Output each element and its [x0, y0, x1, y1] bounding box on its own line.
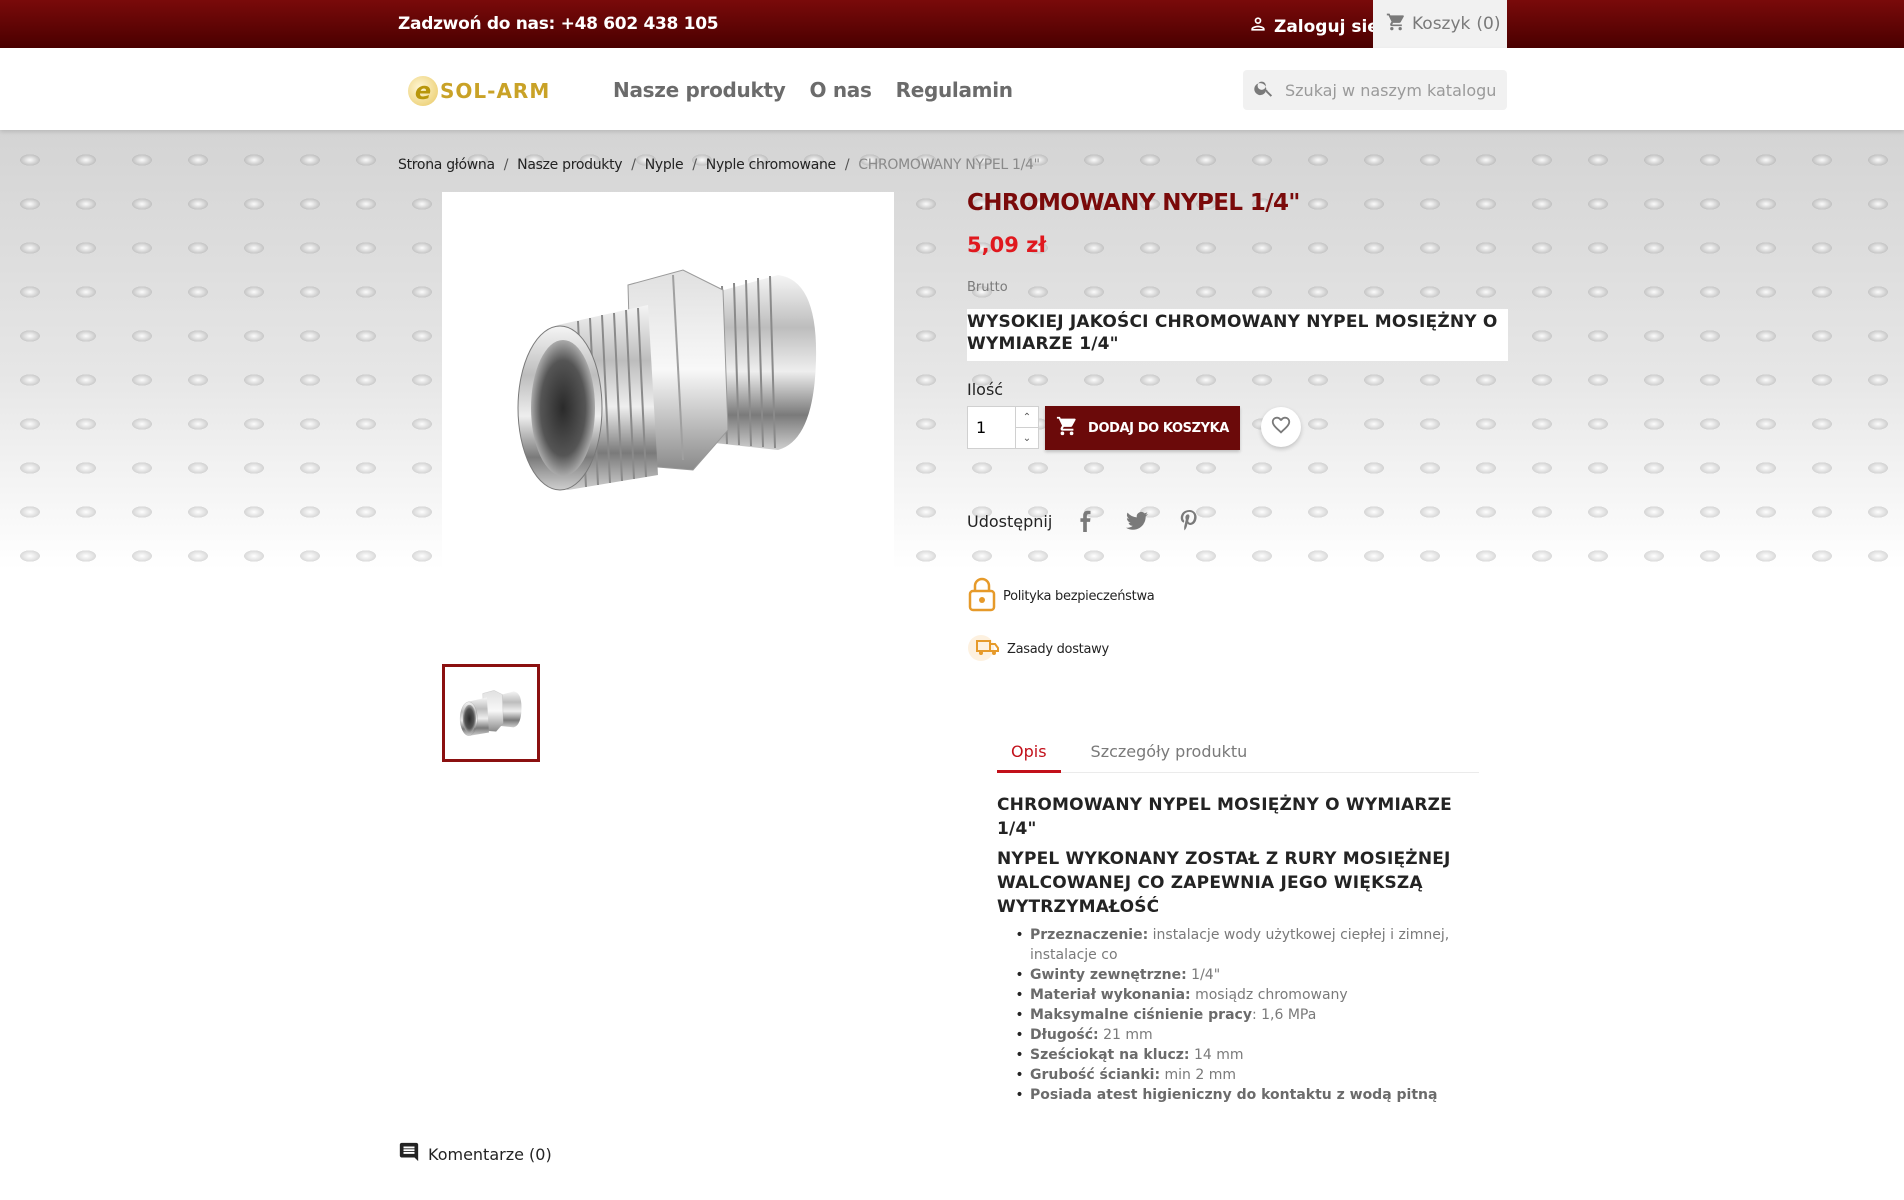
- nipple-fitting-image: [517, 269, 817, 491]
- delivery-policy-label: Zasady dostawy: [1007, 641, 1109, 657]
- login-link[interactable]: Zaloguj się: [1248, 14, 1379, 39]
- tax-label: Brutto: [967, 280, 1008, 295]
- list-item: Długość: 21 mm: [1009, 1025, 1479, 1045]
- breadcrumb: Strona główna / Nasze produkty / Nyple / Ny…: [398, 157, 1040, 173]
- quantity-input[interactable]: [968, 407, 1016, 448]
- thumbnail-image: [460, 690, 522, 736]
- search-box: [1243, 70, 1507, 110]
- add-to-cart-label: DODAJ DO KOSZYKA: [1088, 420, 1229, 436]
- shopping-cart-icon: [1056, 415, 1078, 441]
- list-item: Gwinty zewnętrzne: 1/4": [1009, 965, 1479, 985]
- quantity-down-icon[interactable]: ⌄: [1016, 428, 1038, 448]
- quantity-up-icon[interactable]: ⌃: [1016, 407, 1038, 428]
- heart-icon: [1270, 414, 1292, 440]
- product-price: 5,09 zł: [967, 233, 1047, 257]
- list-item: Maksymalne ciśnienie pracy: 1,6 MPa: [1009, 1005, 1479, 1025]
- product-tabs: Opis Szczegóły produktu: [997, 732, 1479, 773]
- cart-link[interactable]: Koszyk (0): [1373, 0, 1507, 48]
- product-short-description: WYSOKIEJ JAKOŚCI CHROMOWANY NYPEL MOSIĘŻ…: [967, 309, 1508, 361]
- tab-product-details[interactable]: Szczegóły produktu: [1077, 732, 1262, 772]
- share-label: Udostępnij: [967, 511, 1053, 531]
- product-title: CHROMOWANY NYPEL 1/4": [967, 190, 1300, 216]
- security-policy-label: Polityka bezpieczeństwa: [1003, 588, 1155, 604]
- list-item: Materiał wykonania: mosiądz chromowany: [1009, 985, 1479, 1005]
- tab-description[interactable]: Opis: [997, 732, 1061, 773]
- main-nav: Nasze produkty O nas Regulamin: [613, 78, 1013, 102]
- user-icon: [1248, 14, 1268, 39]
- pinterest-icon[interactable]: [1170, 502, 1208, 540]
- comments-label: Komentarze (0): [428, 1144, 552, 1164]
- share-section: Udostępnij: [967, 502, 1208, 540]
- shopping-cart-icon: [1386, 12, 1406, 37]
- logo-mark: e: [408, 76, 438, 106]
- list-item: Grubość ścianki: min 2 mm: [1009, 1065, 1479, 1085]
- twitter-icon[interactable]: [1118, 502, 1156, 540]
- list-item: Przeznaczenie: instalacje wody użytkowej…: [1009, 925, 1479, 965]
- site-logo[interactable]: e SOL-ARM: [408, 76, 550, 106]
- search-icon[interactable]: [1253, 77, 1275, 103]
- description-heading: CHROMOWANY NYPEL MOSIĘŻNY O WYMIARZE 1/4…: [997, 795, 1452, 839]
- breadcrumb-chrome-nyples[interactable]: Nyple chromowane: [706, 157, 836, 173]
- main-header: e SOL-ARM Nasze produkty O nas Regulamin: [0, 48, 1904, 130]
- nav-item-about[interactable]: O nas: [809, 78, 871, 102]
- nav-item-products[interactable]: Nasze produkty: [613, 78, 786, 102]
- spec-list: Przeznaczenie: instalacje wody użytkowej…: [1009, 925, 1479, 1105]
- logo-text: SOL-ARM: [440, 79, 551, 103]
- breadcrumb-home[interactable]: Strona główna: [398, 157, 495, 173]
- product-main-image[interactable]: [442, 192, 894, 568]
- add-to-cart-button[interactable]: DODAJ DO KOSZYKA: [1045, 406, 1240, 450]
- nav-item-terms[interactable]: Regulamin: [896, 78, 1013, 102]
- description-subheading: NYPEL WYKONANY ZOSTAŁ Z RURY MOSIĘŻNEJ W…: [997, 849, 1451, 917]
- breadcrumb-products[interactable]: Nasze produkty: [517, 157, 622, 173]
- page-background: [0, 130, 1904, 570]
- search-input[interactable]: [1285, 80, 1495, 100]
- quantity-label: Ilość: [967, 380, 1004, 399]
- list-item: Sześciokąt na klucz: 14 mm: [1009, 1045, 1479, 1065]
- comment-icon: [398, 1141, 420, 1167]
- product-thumbnail[interactable]: [442, 664, 540, 762]
- reassurance-security: Polityka bezpieczeństwa: [967, 576, 1155, 616]
- wishlist-button[interactable]: [1261, 407, 1301, 447]
- product-description: CHROMOWANY NYPEL MOSIĘŻNY O WYMIARZE 1/4…: [997, 793, 1479, 1105]
- reassurance-delivery: Zasady dostawy: [967, 632, 1109, 666]
- breadcrumb-current: CHROMOWANY NYPEL 1/4": [858, 157, 1040, 173]
- quantity-stepper: ⌃ ⌄: [967, 406, 1039, 449]
- cart-label: Koszyk: [1412, 14, 1471, 34]
- top-bar: Zadzwoń do nas: +48 602 438 105 Zaloguj …: [0, 0, 1904, 48]
- login-label: Zaloguj się: [1274, 16, 1379, 37]
- padlock-icon: [967, 576, 997, 616]
- delivery-truck-icon: [967, 632, 1001, 666]
- facebook-icon[interactable]: [1066, 502, 1104, 540]
- breadcrumb-nyples[interactable]: Nyple: [645, 157, 684, 173]
- comments-link[interactable]: Komentarze (0): [398, 1141, 552, 1167]
- cart-count: (0): [1476, 14, 1501, 34]
- list-item: Posiada atest higieniczny do kontaktu z …: [1009, 1085, 1479, 1105]
- contact-phone: Zadzwoń do nas: +48 602 438 105: [398, 14, 719, 34]
